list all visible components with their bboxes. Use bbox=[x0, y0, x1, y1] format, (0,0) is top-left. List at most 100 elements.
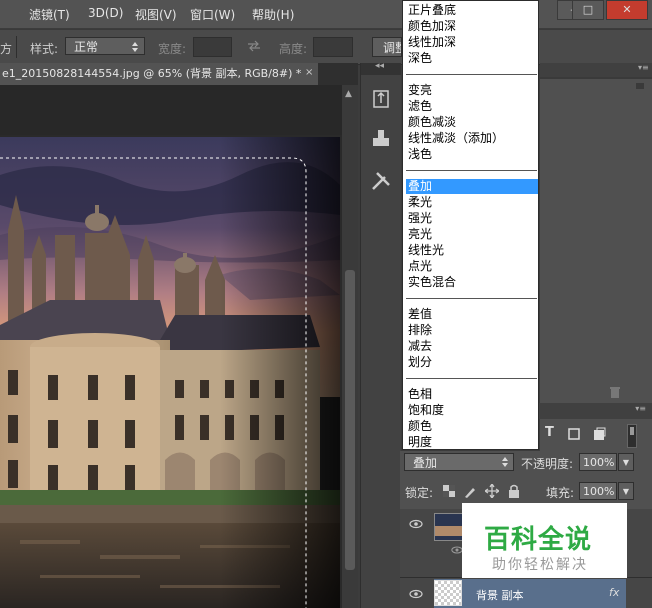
type-layer-filter-icon[interactable]: T bbox=[545, 425, 554, 440]
document-tab[interactable]: e1_20150828144554.jpg @ 65% (背景 副本, RGB/… bbox=[0, 63, 318, 85]
maximize-button[interactable]: □ bbox=[572, 0, 604, 20]
blend-option[interactable]: 滤色 bbox=[406, 99, 538, 114]
blend-mode-value: 叠加 bbox=[413, 456, 438, 470]
opacity-input[interactable]: 100% bbox=[579, 453, 617, 471]
blend-mode-select[interactable]: 叠加 bbox=[404, 453, 514, 471]
panel-tool-strip: ◂◂ bbox=[360, 61, 401, 608]
blend-option[interactable]: 亮光 bbox=[406, 227, 538, 242]
layer-thumbnail[interactable] bbox=[434, 513, 464, 541]
blend-option[interactable]: 排除 bbox=[406, 323, 538, 338]
style-select[interactable]: 正常 bbox=[65, 37, 145, 55]
blend-option[interactable]: 颜色 bbox=[406, 419, 538, 434]
menu-separator bbox=[406, 378, 537, 379]
menu-separator bbox=[406, 74, 537, 75]
tool-strip-header: ◂◂ bbox=[361, 61, 401, 75]
vertical-scrollbar[interactable]: ▲ bbox=[342, 85, 358, 608]
options-divider bbox=[16, 36, 17, 58]
scrollbar-thumb[interactable] bbox=[345, 270, 355, 570]
lock-image-pixels-icon[interactable] bbox=[463, 485, 477, 499]
layer-row-background-copy[interactable]: 背景 副本 fx bbox=[434, 579, 626, 608]
close-tab-icon[interactable]: × bbox=[305, 68, 315, 78]
lock-position-icon[interactable] bbox=[485, 484, 499, 498]
menu-view[interactable]: 视图(V) bbox=[135, 6, 177, 23]
watermark: 百科全说 助你轻松解决 bbox=[462, 503, 627, 578]
watermark-subtitle: 助你轻松解决 bbox=[492, 557, 588, 573]
document-image bbox=[0, 135, 342, 608]
blend-option[interactable]: 浅色 bbox=[406, 147, 538, 162]
clone-source-icon[interactable] bbox=[369, 126, 393, 150]
trash-icon[interactable] bbox=[608, 385, 622, 399]
width-label: 宽度: bbox=[158, 42, 187, 56]
blend-option[interactable]: 实色混合 bbox=[406, 275, 538, 290]
opacity-label: 不透明度: bbox=[521, 457, 574, 471]
collapse-icon[interactable]: ◂◂ bbox=[375, 61, 384, 71]
blend-option[interactable]: 柔光 bbox=[406, 195, 538, 210]
blend-option[interactable]: 正片叠底 bbox=[406, 3, 538, 18]
blend-option[interactable]: 饱和度 bbox=[406, 403, 538, 418]
blend-option[interactable]: 色相 bbox=[406, 387, 538, 402]
fill-input[interactable]: 100% bbox=[579, 482, 617, 500]
blend-option[interactable]: 颜色加深 bbox=[406, 19, 538, 34]
canvas-area[interactable] bbox=[0, 85, 342, 608]
menu-bar: 滤镜(T) 3D(D) 视图(V) 窗口(W) 帮助(H) – □ ✕ bbox=[0, 0, 652, 28]
blend-option[interactable]: 明度 bbox=[406, 435, 538, 450]
blend-option[interactable]: 减去 bbox=[406, 339, 538, 354]
layer-thumbnail-transparent bbox=[434, 580, 462, 606]
blend-mode-dropdown-menu: 正片叠底 颜色加深 线性加深 深色 变亮 滤色 颜色减淡 线性减淡（添加） 浅色… bbox=[402, 0, 539, 450]
layer-name: 背景 副本 bbox=[476, 589, 524, 602]
eye-icon[interactable] bbox=[409, 587, 423, 601]
blend-option[interactable]: 变亮 bbox=[406, 83, 538, 98]
height-input[interactable] bbox=[313, 37, 353, 57]
shape-layer-filter-icon[interactable] bbox=[567, 427, 581, 441]
style-label: 样式: bbox=[30, 42, 59, 56]
filter-toggle[interactable] bbox=[627, 424, 637, 448]
lock-all-icon[interactable] bbox=[508, 484, 520, 498]
swap-icon[interactable] bbox=[247, 40, 261, 52]
lock-label: 锁定: bbox=[405, 486, 434, 500]
fx-icon[interactable]: fx bbox=[609, 586, 619, 599]
panel-menu-icon[interactable]: ▾≡ bbox=[638, 63, 649, 72]
options-left-label: 方 bbox=[0, 42, 13, 56]
blend-option[interactable]: 线性光 bbox=[406, 243, 538, 258]
eye-icon[interactable] bbox=[409, 517, 423, 531]
watermark-title: 百科全说 bbox=[484, 525, 593, 555]
blend-option[interactable]: 强光 bbox=[406, 211, 538, 226]
options-bar: 方 样式: 正常 宽度: 高度: 调整 bbox=[0, 29, 652, 65]
menu-separator bbox=[406, 170, 537, 171]
blend-option[interactable]: 点光 bbox=[406, 259, 538, 274]
layers-panel-menu-icon[interactable]: ▾≡ bbox=[635, 404, 646, 413]
menu-window[interactable]: 窗口(W) bbox=[190, 6, 235, 23]
fill-label: 填充: bbox=[546, 486, 575, 500]
history-icon[interactable] bbox=[369, 87, 393, 111]
document-tab-bar: e1_20150828144554.jpg @ 65% (背景 副本, RGB/… bbox=[0, 63, 358, 85]
adjust-edge-button[interactable]: 调整 bbox=[372, 37, 402, 57]
blend-option-selected[interactable]: 叠加 bbox=[406, 179, 538, 194]
menu-filter[interactable]: 滤镜(T) bbox=[29, 6, 70, 23]
lock-transparent-pixels-icon[interactable] bbox=[443, 485, 455, 497]
layers-controls: 叠加 不透明度: 100% ▼ 锁定: 填充: 100% ▼ bbox=[400, 451, 652, 509]
height-label: 高度: bbox=[279, 42, 308, 56]
panel-header: ▾≡ bbox=[540, 63, 652, 77]
menu-help[interactable]: 帮助(H) bbox=[252, 6, 294, 23]
layer-filter-icons: T bbox=[540, 419, 652, 451]
updown-arrows-icon bbox=[132, 42, 138, 52]
close-window-button[interactable]: ✕ bbox=[606, 0, 648, 20]
blend-option[interactable]: 差值 bbox=[406, 307, 538, 322]
menu-3d[interactable]: 3D(D) bbox=[88, 6, 123, 20]
blend-option[interactable]: 线性减淡（添加） bbox=[406, 131, 538, 146]
fill-dropdown-icon[interactable]: ▼ bbox=[618, 482, 634, 500]
scroll-up-icon[interactable]: ▲ bbox=[345, 89, 352, 99]
smart-object-filter-icon[interactable] bbox=[592, 427, 606, 441]
style-select-value: 正常 bbox=[74, 40, 99, 54]
document-tab-title: e1_20150828144554.jpg @ 65% (背景 副本, RGB/… bbox=[2, 67, 302, 80]
blend-option[interactable]: 划分 bbox=[406, 355, 538, 370]
width-input[interactable] bbox=[193, 37, 232, 57]
properties-panel: ▾≡ bbox=[540, 63, 652, 403]
blend-option[interactable]: 线性加深 bbox=[406, 35, 538, 50]
menu-separator bbox=[406, 298, 537, 299]
tool-presets-icon[interactable] bbox=[369, 169, 393, 193]
opacity-dropdown-icon[interactable]: ▼ bbox=[618, 453, 634, 471]
updown-arrows-icon bbox=[502, 457, 508, 467]
blend-option[interactable]: 深色 bbox=[406, 51, 538, 66]
blend-option[interactable]: 颜色减淡 bbox=[406, 115, 538, 130]
